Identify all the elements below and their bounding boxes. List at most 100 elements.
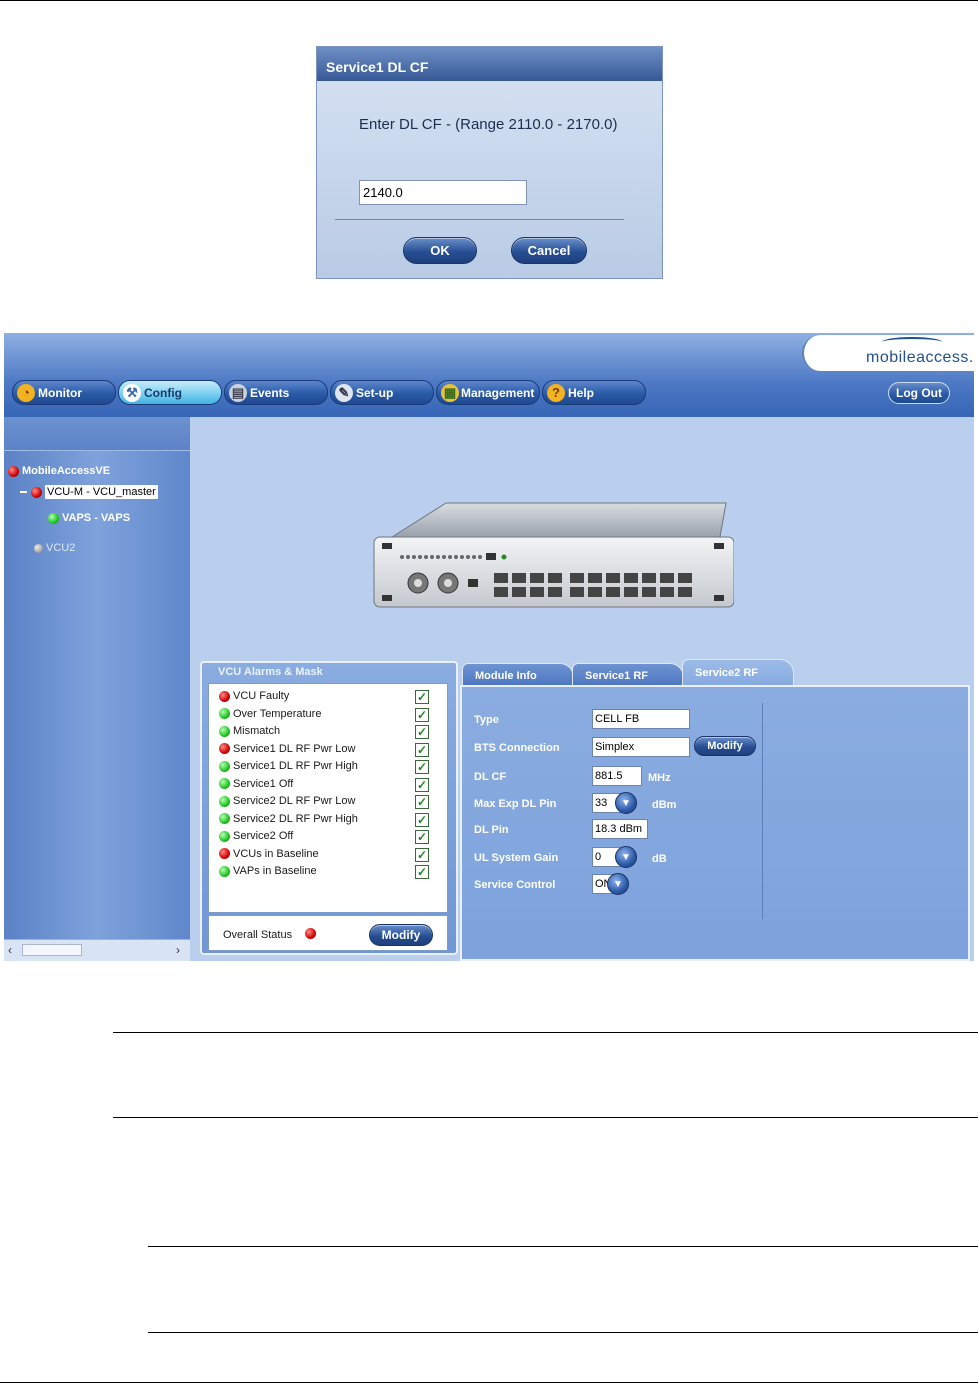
alarms-modify-button[interactable]: Modify — [369, 924, 433, 946]
ul-system-gain-select[interactable]: 0 ▼ — [592, 846, 637, 868]
rf-tabs-panel: Module Info Service1 RF Service2 RF Type… — [460, 659, 972, 961]
bts-modify-button[interactable]: Modify — [694, 736, 756, 756]
help-icon: ? — [547, 384, 565, 402]
tab-help[interactable]: ? Help — [542, 380, 646, 405]
sidebar-header — [4, 417, 190, 451]
vcu-device-image — [373, 502, 734, 608]
status-red-icon — [31, 486, 42, 498]
alarm-mask-checkbox[interactable]: ✓ — [415, 795, 429, 809]
scroll-left-icon[interactable]: ‹ — [8, 943, 12, 957]
tab-help-label: Help — [568, 386, 595, 400]
tab-setup[interactable]: ✎ Set-up — [330, 380, 434, 405]
tab-events-label: Events — [250, 386, 290, 400]
dialog-prompt: Enter DL CF - (Range 2110.0 - 2170.0) — [359, 116, 618, 133]
overall-status-red-icon — [305, 928, 316, 939]
alarms-footer: Overall Status Modify — [208, 915, 448, 951]
alarm-item: Service1 DL RF Pwr High — [219, 760, 358, 772]
monitor-icon: ◔ — [17, 384, 35, 402]
tab-management-label: Management — [461, 386, 535, 400]
tab-monitor[interactable]: ◔ Monitor — [12, 380, 116, 405]
events-icon: ▤ — [229, 384, 247, 402]
alarm-item: Service2 DL RF Pwr High — [219, 813, 358, 825]
alarm-label: VCU Faulty — [233, 690, 290, 702]
alarm-mask-checkbox[interactable]: ✓ — [415, 690, 429, 704]
scrollbar-thumb[interactable] — [22, 944, 82, 956]
tree-root-label: MobileAccessVE — [22, 465, 111, 477]
bts-connection-field: Simplex — [592, 737, 690, 757]
alarms-list: VCU Faulty ✓ Over Temperature ✓ Mismatch… — [208, 683, 448, 913]
tree-vcu2-label: VCU2 — [46, 542, 76, 554]
tree-item-vaps[interactable]: VAPS - VAPS — [48, 512, 130, 524]
alarm-mask-checkbox[interactable]: ✓ — [415, 865, 429, 879]
dl-cf-unit: MHz — [648, 772, 671, 784]
max-exp-dl-pin-select[interactable]: 33 ▼ — [592, 792, 637, 814]
tree-item-vcu-master[interactable]: VCU-M - VCU_master — [20, 485, 158, 499]
dl-pin-label: DL Pin — [474, 824, 509, 836]
chevron-down-icon[interactable]: ▼ — [615, 846, 637, 868]
status-green-icon — [219, 725, 230, 737]
alarm-mask-checkbox[interactable]: ✓ — [415, 830, 429, 844]
form-divider — [762, 703, 763, 919]
alarm-item: Service2 Off — [219, 830, 293, 842]
tab-service1-rf[interactable]: Service1 RF — [572, 663, 684, 687]
chevron-down-icon[interactable]: ▼ — [615, 792, 637, 814]
collapse-icon[interactable] — [20, 491, 27, 494]
alarm-mask-checkbox[interactable]: ✓ — [415, 812, 429, 827]
tab-setup-label: Set-up — [356, 386, 394, 400]
sidebar-horizontal-scrollbar[interactable]: ‹ › — [4, 939, 190, 961]
alarm-mask-checkbox[interactable]: ✓ — [415, 725, 429, 739]
main-content: VCU Alarms & Mask VCU Faulty ✓ Over Temp… — [190, 417, 974, 961]
rule-2 — [113, 1117, 978, 1118]
type-label: Type — [474, 714, 499, 726]
alarm-item: Service2 DL RF Pwr Low — [219, 795, 355, 807]
dl-pin-field: 18.3 dBm — [592, 819, 648, 839]
service-control-select[interactable]: ON ▼ — [592, 873, 629, 895]
alarm-mask-checkbox[interactable]: ✓ — [415, 777, 429, 792]
alarm-item: VAPs in Baseline — [219, 865, 317, 877]
alarm-mask-checkbox[interactable]: ✓ — [415, 760, 429, 774]
alarm-label: Mismatch — [233, 725, 281, 737]
log-out-button[interactable]: Log Out — [888, 382, 950, 404]
alarm-mask-checkbox[interactable]: ✓ — [415, 847, 429, 862]
alarm-mask-checkbox[interactable]: ✓ — [415, 707, 429, 722]
alarm-label: Over Temperature — [233, 707, 322, 720]
dl-cf-input[interactable] — [359, 180, 527, 205]
alarm-mask-checkbox[interactable]: ✓ — [415, 742, 429, 757]
alarm-label: Service2 DL RF Pwr Low — [233, 795, 356, 807]
status-red-icon — [219, 743, 230, 755]
status-green-icon — [48, 512, 59, 524]
max-exp-dl-pin-unit: dBm — [652, 799, 677, 811]
tree-vaps-label: VAPS - VAPS — [62, 512, 131, 524]
tree-item-vcu2[interactable]: VCU2 — [34, 542, 75, 554]
status-gray-icon — [34, 543, 43, 553]
ul-system-gain-value: 0 — [595, 851, 602, 863]
cancel-button[interactable]: Cancel — [511, 237, 587, 264]
tab-config[interactable]: ⚒ Config — [118, 380, 222, 405]
max-exp-dl-pin-label: Max Exp DL Pin — [474, 798, 557, 810]
tree-item-root[interactable]: MobileAccessVE — [8, 465, 110, 477]
alarm-item: Over Temperature — [219, 708, 321, 720]
status-green-icon — [219, 795, 230, 807]
tab-service2-rf[interactable]: Service2 RF — [682, 659, 794, 687]
alarm-label: VCUs in Baseline — [233, 847, 319, 860]
alarm-item: VCUs in Baseline — [219, 848, 319, 860]
overall-status-label: Overall Status — [223, 929, 293, 941]
ok-button[interactable]: OK — [403, 237, 477, 264]
alarm-label: VAPs in Baseline — [233, 865, 317, 877]
tab-management[interactable]: ▦ Management — [436, 380, 540, 405]
scroll-right-icon[interactable]: › — [176, 943, 180, 957]
dl-cf-label: DL CF — [474, 771, 507, 783]
alarm-item: VCU Faulty — [219, 690, 289, 702]
rule-1 — [113, 1032, 978, 1033]
chevron-down-icon[interactable]: ▼ — [607, 873, 629, 895]
sidebar-tree: MobileAccessVE VCU-M - VCU_master VAPS -… — [4, 417, 190, 961]
alarm-label: Service2 Off — [233, 830, 294, 842]
alarm-label: Service1 Off — [233, 777, 294, 790]
max-exp-dl-pin-value: 33 — [595, 797, 608, 809]
management-icon: ▦ — [441, 384, 459, 402]
tab-events[interactable]: ▤ Events — [224, 380, 328, 405]
dl-cf-field[interactable]: 881.5 — [592, 766, 642, 786]
tab-module-info[interactable]: Module Info — [462, 663, 574, 687]
status-green-icon — [219, 813, 230, 825]
tab-config-label: Config — [144, 386, 182, 400]
